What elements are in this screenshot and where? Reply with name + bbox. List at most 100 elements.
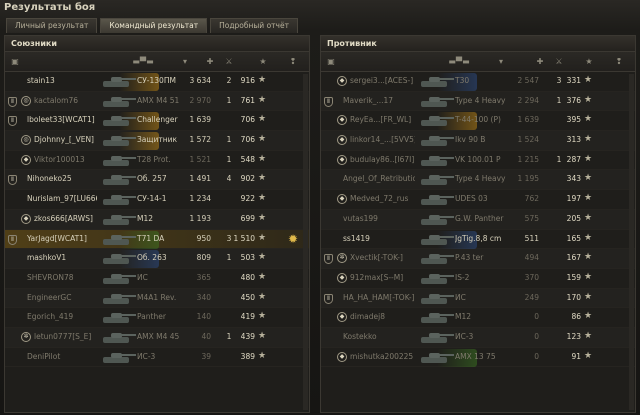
- tank-icon: [99, 233, 137, 247]
- player-name[interactable]: HA_HA_HAM[-TOK-]: [343, 293, 415, 302]
- player-row[interactable]: DeniPilot ИС-3 39 389 ★: [5, 348, 309, 368]
- player-name[interactable]: ss1419: [343, 234, 415, 243]
- clan-emblem-icon: ◆: [337, 135, 347, 146]
- tank-icon: [99, 252, 137, 266]
- player-name[interactable]: lboleet33[WCAT1]: [27, 115, 97, 124]
- player-name[interactable]: mashkoV1: [27, 253, 97, 262]
- player-name[interactable]: Djohnny_[_VEN]: [34, 135, 97, 144]
- player-row[interactable]: ◆ mishutka200225 AMX 13 75 0 91 ★: [321, 348, 635, 368]
- player-row[interactable]: ◆ dimadej8 M12 0 86 ★: [321, 308, 635, 328]
- player-row[interactable]: mashkoV1 Об. 263 809 1 503 ★: [5, 249, 309, 269]
- player-name[interactable]: Nihoneko25: [27, 174, 97, 183]
- tank-hull: [103, 258, 129, 265]
- player-name[interactable]: stain13: [27, 76, 97, 85]
- player-row[interactable]: ◆ zkos666[ARWS] M12 1 193 699 ★: [5, 210, 309, 230]
- player-row[interactable]: Ⅱ ◎ kactalom76 AMX M4 51 2 970 1 761 ★: [5, 92, 309, 112]
- player-row[interactable]: Ⅱ ✲ Xvectik[-TOK-] P.43 ter 494 167 ★: [321, 249, 635, 269]
- player-name[interactable]: dimadej8: [350, 312, 415, 321]
- tab-detailed-report[interactable]: Подробный отчёт: [210, 18, 298, 33]
- player-row[interactable]: Ⅱ HA_HA_HAM[-TOK-] ИС 249 170 ★: [321, 289, 635, 309]
- tank-gun: [120, 274, 136, 277]
- xp-star-icon[interactable]: ★: [583, 56, 595, 68]
- kills-icon[interactable]: ⚔: [553, 56, 565, 68]
- tab-team-result[interactable]: Командный результат: [100, 18, 208, 33]
- player-row[interactable]: Ⅱlboleet33[WCAT1] Challenger 1 639 706 ★: [5, 111, 309, 132]
- vehicle-name: JgTig.8,8 cm: [455, 233, 502, 243]
- player-row[interactable]: ss1419 JgTig.8,8 cm 511 165 ★: [321, 230, 635, 250]
- tank-icon[interactable]: ▬▀▬: [439, 56, 479, 68]
- player-name[interactable]: DeniPilot: [27, 352, 97, 361]
- tank-hull: [103, 120, 129, 127]
- player-row[interactable]: SHEVRON78 ИС 365 480 ★: [5, 269, 309, 289]
- player-name[interactable]: budulay86..[I67I]: [350, 155, 415, 164]
- player-name[interactable]: Medved_72_rus: [350, 194, 415, 203]
- xp-value: 902: [240, 174, 255, 184]
- player-row[interactable]: Ⅱ YarJagd[WCAT1] T71 DA 950 3 1 510 ★ ✹: [5, 229, 309, 250]
- player-name[interactable]: zkos666[ARWS]: [34, 214, 97, 223]
- player-name[interactable]: EngineerGC: [27, 293, 97, 302]
- player-row[interactable]: Angel_Of_Retribution Type 4 Heavy 1 195 343…: [321, 170, 635, 191]
- clan-emblem-icon: ◆: [337, 312, 347, 323]
- player-name[interactable]: YarJagd[WCAT1]: [27, 234, 97, 243]
- enemies-scrollbar[interactable]: [629, 74, 634, 410]
- player-name[interactable]: 912max[S--M]: [350, 273, 415, 282]
- player-name[interactable]: vutas199: [343, 214, 415, 223]
- tank-icon: [417, 154, 455, 168]
- xp-star-icon: ★: [584, 271, 593, 282]
- player-name[interactable]: sergei3...[ACES-]: [350, 76, 415, 85]
- player-row[interactable]: ◆ Viktor100013 T28 Prot. 1 521 1 548 ★: [5, 151, 309, 171]
- player-row[interactable]: Ⅱ Maverik_...17 Type 4 Heavy 2 294 1 376 ★: [321, 92, 635, 112]
- player-name[interactable]: ReyEa...[FR_WL]: [350, 115, 415, 124]
- tank-icon: [417, 173, 455, 187]
- kills-icon[interactable]: ⚔: [223, 56, 235, 68]
- player-row[interactable]: ◆ ReyEa...[FR_WL] T-44-100 (P) 1 639 395 ★: [321, 111, 635, 132]
- player-row[interactable]: stain13 СУ-130ПМ 3 634 2 916 ★: [5, 72, 309, 92]
- player-name[interactable]: Xvectik[-TOK-]: [350, 253, 415, 262]
- xp-value: 699: [240, 213, 255, 223]
- player-row[interactable]: EngineerGC M4A1 Rev. 340 450 ★: [5, 289, 309, 309]
- player-name[interactable]: kactalom76: [34, 96, 97, 105]
- player-row[interactable]: ◆ sergei3...[ACES-] T30 2 547 3 331 ★: [321, 72, 635, 92]
- tank-gun: [438, 255, 454, 258]
- player-row[interactable]: Egorich_419 Panther 140 419 ★: [5, 308, 309, 328]
- player-name[interactable]: Viktor100013: [34, 155, 97, 164]
- damage-value: 140: [196, 312, 211, 322]
- badge-icon[interactable]: ▣: [325, 56, 337, 68]
- player-name[interactable]: Angel_Of_Retribution: [343, 174, 415, 183]
- tab-personal-result[interactable]: Личный результат: [6, 18, 98, 33]
- damage-icon[interactable]: ✚: [197, 56, 223, 68]
- tank-icon[interactable]: ▬▀▬: [123, 56, 163, 68]
- player-name[interactable]: Kostekko: [343, 332, 415, 341]
- player-row[interactable]: vutas199 G.W. Panther 575 205 ★: [321, 210, 635, 230]
- allies-scrollbar[interactable]: [303, 74, 308, 410]
- xp-value: 706: [240, 115, 255, 125]
- player-name[interactable]: Maverik_...17: [343, 96, 415, 105]
- xp-star-icon: ★: [258, 153, 267, 164]
- tank-icon: [99, 331, 137, 345]
- player-row[interactable]: ◆ budulay86..[I67I] VK 100.01 P1 215 1 287 ★: [321, 151, 635, 171]
- badge-icon[interactable]: ▣: [9, 56, 21, 68]
- player-name[interactable]: Egorich_419: [27, 312, 97, 321]
- player-name[interactable]: Nurislam_97[LU666]: [27, 194, 97, 203]
- medal-icon[interactable]: ❢: [287, 56, 299, 68]
- player-row[interactable]: ◆ 912max[S--M] IS-2 370 159 ★: [321, 269, 635, 289]
- player-name[interactable]: linkor14_...[5VV5]: [350, 135, 415, 144]
- xp-star-icon[interactable]: ★: [257, 56, 269, 68]
- sort-arrow-icon[interactable]: ▾: [179, 56, 191, 68]
- achievement-medal-icon[interactable]: ✹: [287, 232, 299, 247]
- player-row[interactable]: Ⅱ Nihoneko25 Об. 257 1 491 4 902 ★: [5, 170, 309, 191]
- medal-icon[interactable]: ❢: [613, 56, 625, 68]
- rank-badge-icon: Ⅱ: [8, 234, 17, 245]
- damage-icon[interactable]: ✚: [527, 56, 553, 68]
- player-row[interactable]: Nurislam_97[LU666] СУ-14-1 1 234 922 ★: [5, 190, 309, 210]
- player-name[interactable]: SHEVRON78: [27, 273, 97, 282]
- tank-icon: [417, 331, 455, 345]
- sort-arrow-icon[interactable]: ▾: [495, 56, 507, 68]
- player-row[interactable]: Kostekko ИС-3 0 123 ★: [321, 328, 635, 348]
- player-row[interactable]: ◆ linkor14_...[5VV5] Ikv 90 B 1 524 313 ★: [321, 131, 635, 151]
- player-row[interactable]: ✲ letun0777[S_E] AMX M4 45 40 1 439 ★: [5, 328, 309, 348]
- player-name[interactable]: mishutka200225: [350, 352, 415, 361]
- player-row[interactable]: ◆ Medved_72_rus UDES 03 762 197 ★: [321, 190, 635, 210]
- player-name[interactable]: letun0777[S_E]: [34, 332, 97, 341]
- player-row[interactable]: ◎ Djohnny_[_VEN] Защитник 1 572 1 706 ★: [5, 131, 309, 151]
